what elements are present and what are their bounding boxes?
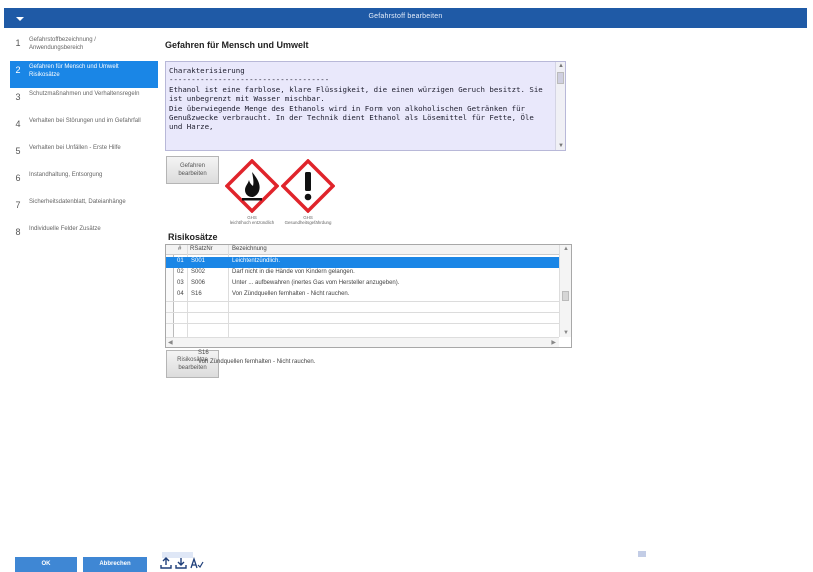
scroll-right-icon[interactable]: ▶	[551, 339, 556, 346]
table-row[interactable]: 02 S002 Darf nicht in die Hände von Kind…	[166, 268, 559, 279]
step-label: Schutzmaßnahmen und Verhaltensregeln	[29, 91, 140, 97]
table-row[interactable]: 01 S001 Leichtentzündlich.	[166, 257, 559, 268]
row-code: S16	[191, 291, 202, 297]
hazards-title: Gefahren für Mensch und Umwelt	[165, 40, 309, 50]
step-label: Sicherheitsdatenblatt, Dateianhänge	[29, 199, 126, 205]
pictogram-caption: GHS Gesundheitsgefährdung	[274, 215, 342, 225]
step-number: 6	[15, 173, 21, 183]
wizard-steps: 1 Gefahrstoffbezeichnung / Anwendungsber…	[10, 34, 158, 250]
scroll-down-icon[interactable]: ▼	[563, 330, 569, 336]
table-vertical-scrollbar[interactable]: ▲ ▼	[559, 245, 571, 337]
step-label: Gefahren für Mensch und Umwelt Risikosät…	[29, 64, 119, 78]
row-text: Von Zündquellen fernhalten - Nicht rauch…	[232, 291, 350, 297]
exclamation-icon	[280, 158, 336, 214]
pictogram-label: leicht/hoch entzündlich	[229, 220, 275, 225]
hazards-textarea[interactable]: Charakterisierung ----------------------…	[165, 61, 566, 151]
step-label: Verhalten bei Unfällen - Erste Hilfe	[29, 145, 121, 151]
resize-grip-icon[interactable]	[638, 551, 646, 557]
scroll-down-icon[interactable]: ▼	[558, 143, 564, 149]
download-icon[interactable]	[175, 557, 187, 572]
scroll-thumb[interactable]	[562, 291, 569, 301]
selected-risk-text: Von Zündquellen fernhalten - Nicht rauch…	[198, 359, 316, 365]
row-index: 04	[177, 291, 184, 297]
row-text: Unter ... aufbewahren (inertes Gas vom H…	[232, 280, 400, 286]
hazards-section: Gefahren für Mensch und Umwelt Charakter…	[165, 40, 575, 151]
row-index: 03	[177, 280, 184, 286]
step-1[interactable]: 1 Gefahrstoffbezeichnung / Anwendungsber…	[10, 34, 158, 61]
risk-table[interactable]: # RSatzNr Bezeichnung 01 S001 Leichtentz…	[165, 244, 572, 348]
hazards-scrollbar[interactable]: ▲ ▼	[555, 62, 565, 150]
step-2[interactable]: 2 Gefahren für Mensch und Umwelt Risikos…	[10, 61, 158, 88]
step-number: 5	[15, 146, 21, 156]
scroll-thumb[interactable]	[557, 72, 564, 84]
step-number: 1	[15, 38, 21, 48]
row-index: 01	[177, 258, 184, 264]
cancel-button[interactable]: Abbrechen	[83, 557, 147, 572]
spellcheck-icon[interactable]	[190, 556, 204, 572]
scroll-up-icon[interactable]: ▲	[563, 246, 569, 252]
step-8[interactable]: 8 Individuelle Felder Zusätze	[10, 223, 158, 250]
step-number: 4	[15, 119, 21, 129]
window-title: Gefahrstoff bearbeiten	[368, 13, 443, 20]
step-label: Instandhaltung, Entsorgung	[29, 172, 103, 178]
row-code: S006	[191, 280, 206, 286]
row-text: Leichtentzündlich.	[232, 258, 281, 264]
row-code: S001	[191, 258, 206, 264]
step-3[interactable]: 3 Schutzmaßnahmen und Verhaltensregeln	[10, 88, 158, 115]
step-label: Gefahrstoffbezeichnung / Anwendungsberei…	[29, 37, 96, 51]
step-number: 8	[15, 227, 21, 237]
selected-risk-code: S16	[198, 350, 209, 356]
row-index: 02	[177, 269, 184, 275]
upload-icon[interactable]	[160, 557, 172, 572]
column-header[interactable]: RSatzNr	[190, 246, 213, 252]
scroll-up-icon[interactable]: ▲	[558, 63, 564, 69]
step-6[interactable]: 6 Instandhaltung, Entsorgung	[10, 169, 158, 196]
step-number: 3	[15, 92, 21, 102]
step-label: Individuelle Felder Zusätze	[29, 226, 101, 232]
table-row[interactable]: 04 S16 Von Zündquellen fernhalten - Nich…	[166, 290, 559, 301]
step-number: 7	[15, 200, 21, 210]
table-row[interactable]: 03 S006 Unter ... aufbewahren (inertes G…	[166, 279, 559, 290]
step-label: Verhalten bei Störungen und im Gefahrfal…	[29, 118, 141, 124]
table-horizontal-scrollbar[interactable]: ◀ ▶	[166, 337, 559, 347]
column-header[interactable]: #	[178, 246, 181, 252]
step-5[interactable]: 5 Verhalten bei Unfällen - Erste Hilfe	[10, 142, 158, 169]
row-divider	[166, 323, 559, 324]
step-4[interactable]: 4 Verhalten bei Störungen und im Gefahrf…	[10, 115, 158, 142]
row-divider	[166, 312, 559, 313]
scroll-left-icon[interactable]: ◀	[168, 339, 173, 346]
selected-risk-info: S16 Von Zündquellen fernhalten - Nicht r…	[198, 349, 315, 367]
risk-title: Risikosätze	[168, 232, 218, 242]
row-code: S002	[191, 269, 206, 275]
row-text: Darf nicht in die Hände von Kindern gela…	[232, 269, 355, 275]
step-7[interactable]: 7 Sicherheitsdatenblatt, Dateianhänge	[10, 196, 158, 223]
step-number: 2	[15, 65, 21, 75]
window-titlebar: Gefahrstoff bearbeiten	[4, 8, 807, 28]
edit-hazards-button[interactable]: Gefahren bearbeiten	[166, 156, 219, 184]
flame-icon	[224, 158, 280, 214]
column-header[interactable]: Bezeichnung	[232, 246, 267, 252]
hazards-text: Charakterisierung ----------------------…	[169, 66, 543, 132]
table-header: # RSatzNr Bezeichnung	[166, 245, 559, 255]
row-divider	[166, 301, 559, 302]
pictogram-label: Gesundheitsgefährdung	[284, 220, 332, 225]
ok-button[interactable]: OK	[15, 557, 77, 572]
